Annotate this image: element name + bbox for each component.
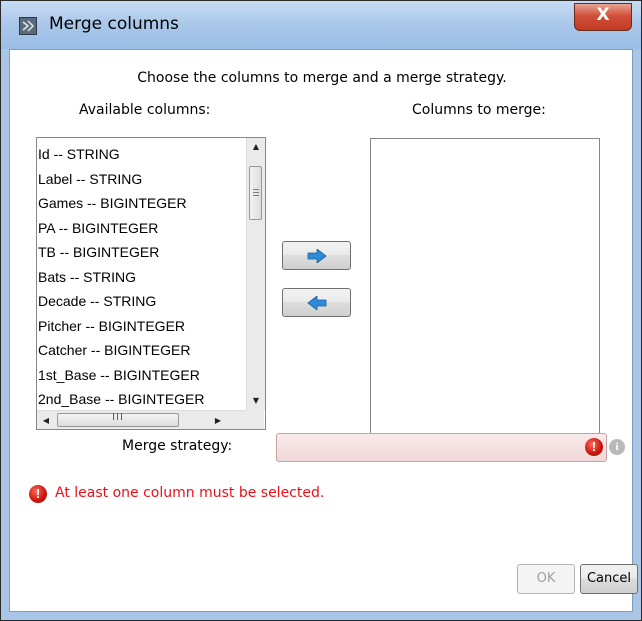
arrow-left-icon	[307, 296, 327, 310]
title-bar[interactable]: Merge columns X	[1, 1, 641, 49]
available-column-item[interactable]: Label -- STRING	[38, 167, 205, 192]
available-column-item[interactable]: Id -- STRING	[38, 142, 205, 167]
error-message: At least one column must be selected.	[55, 485, 325, 501]
error-icon: !	[585, 438, 603, 456]
columns-to-merge-list[interactable]	[370, 138, 600, 444]
dialog-window: Merge columns X Choose the columns to me…	[0, 0, 642, 621]
vertical-scroll-thumb[interactable]	[249, 166, 262, 220]
ok-button[interactable]: OK	[517, 564, 575, 594]
window-title: Merge columns	[49, 14, 179, 34]
arrow-right-icon	[307, 249, 327, 263]
merge-app-icon	[19, 17, 37, 35]
close-button[interactable]: X	[574, 3, 632, 31]
available-columns-label: Available columns:	[79, 102, 211, 118]
available-column-item[interactable]: 1st_Base -- BIGINTEGER	[38, 363, 205, 388]
info-icon[interactable]: i	[609, 439, 625, 455]
available-column-item[interactable]: Bats -- STRING	[38, 265, 205, 290]
available-column-item[interactable]: TB -- BIGINTEGER	[38, 240, 205, 265]
scroll-grip: III	[112, 412, 124, 423]
available-column-item[interactable]: PA -- BIGINTEGER	[38, 216, 205, 241]
merge-strategy-label: Merge strategy:	[122, 438, 233, 454]
scroll-up-icon[interactable]: ▲	[247, 138, 265, 156]
columns-to-merge-label: Columns to merge:	[412, 102, 546, 118]
close-icon: X	[596, 5, 610, 25]
remove-column-button[interactable]	[282, 288, 351, 317]
instructions-text: Choose the columns to merge and a merge …	[137, 70, 507, 86]
available-column-item[interactable]: Pitcher -- BIGINTEGER	[38, 314, 205, 339]
horizontal-scrollbar[interactable]: ◀ III ▶	[37, 410, 246, 429]
available-columns-list[interactable]: Id -- STRING Label -- STRING Games -- BIGI…	[36, 137, 266, 430]
scroll-left-icon[interactable]: ◀	[37, 411, 55, 429]
scroll-corner	[246, 410, 264, 429]
available-column-item[interactable]: 2nd_Base -- BIGINTEGER	[38, 387, 205, 412]
available-column-item[interactable]: Games -- BIGINTEGER	[38, 191, 205, 216]
error-icon: !	[29, 485, 47, 503]
scroll-down-icon[interactable]: ▼	[247, 392, 265, 410]
horizontal-scroll-thumb[interactable]: III	[57, 412, 179, 427]
vertical-scrollbar[interactable]: ▲ ▼	[246, 138, 265, 410]
dialog-content: Choose the columns to merge and a merge …	[9, 49, 638, 612]
scroll-right-icon[interactable]: ▶	[209, 411, 227, 429]
cancel-button[interactable]: Cancel	[580, 564, 638, 594]
add-column-button[interactable]	[282, 241, 351, 270]
available-column-item[interactable]: Catcher -- BIGINTEGER	[38, 338, 205, 363]
available-columns-items: Id -- STRING Label -- STRING Games -- BIGI…	[38, 142, 205, 429]
available-column-item[interactable]: Decade -- STRING	[38, 289, 205, 314]
merge-strategy-select[interactable]: !	[276, 433, 607, 462]
